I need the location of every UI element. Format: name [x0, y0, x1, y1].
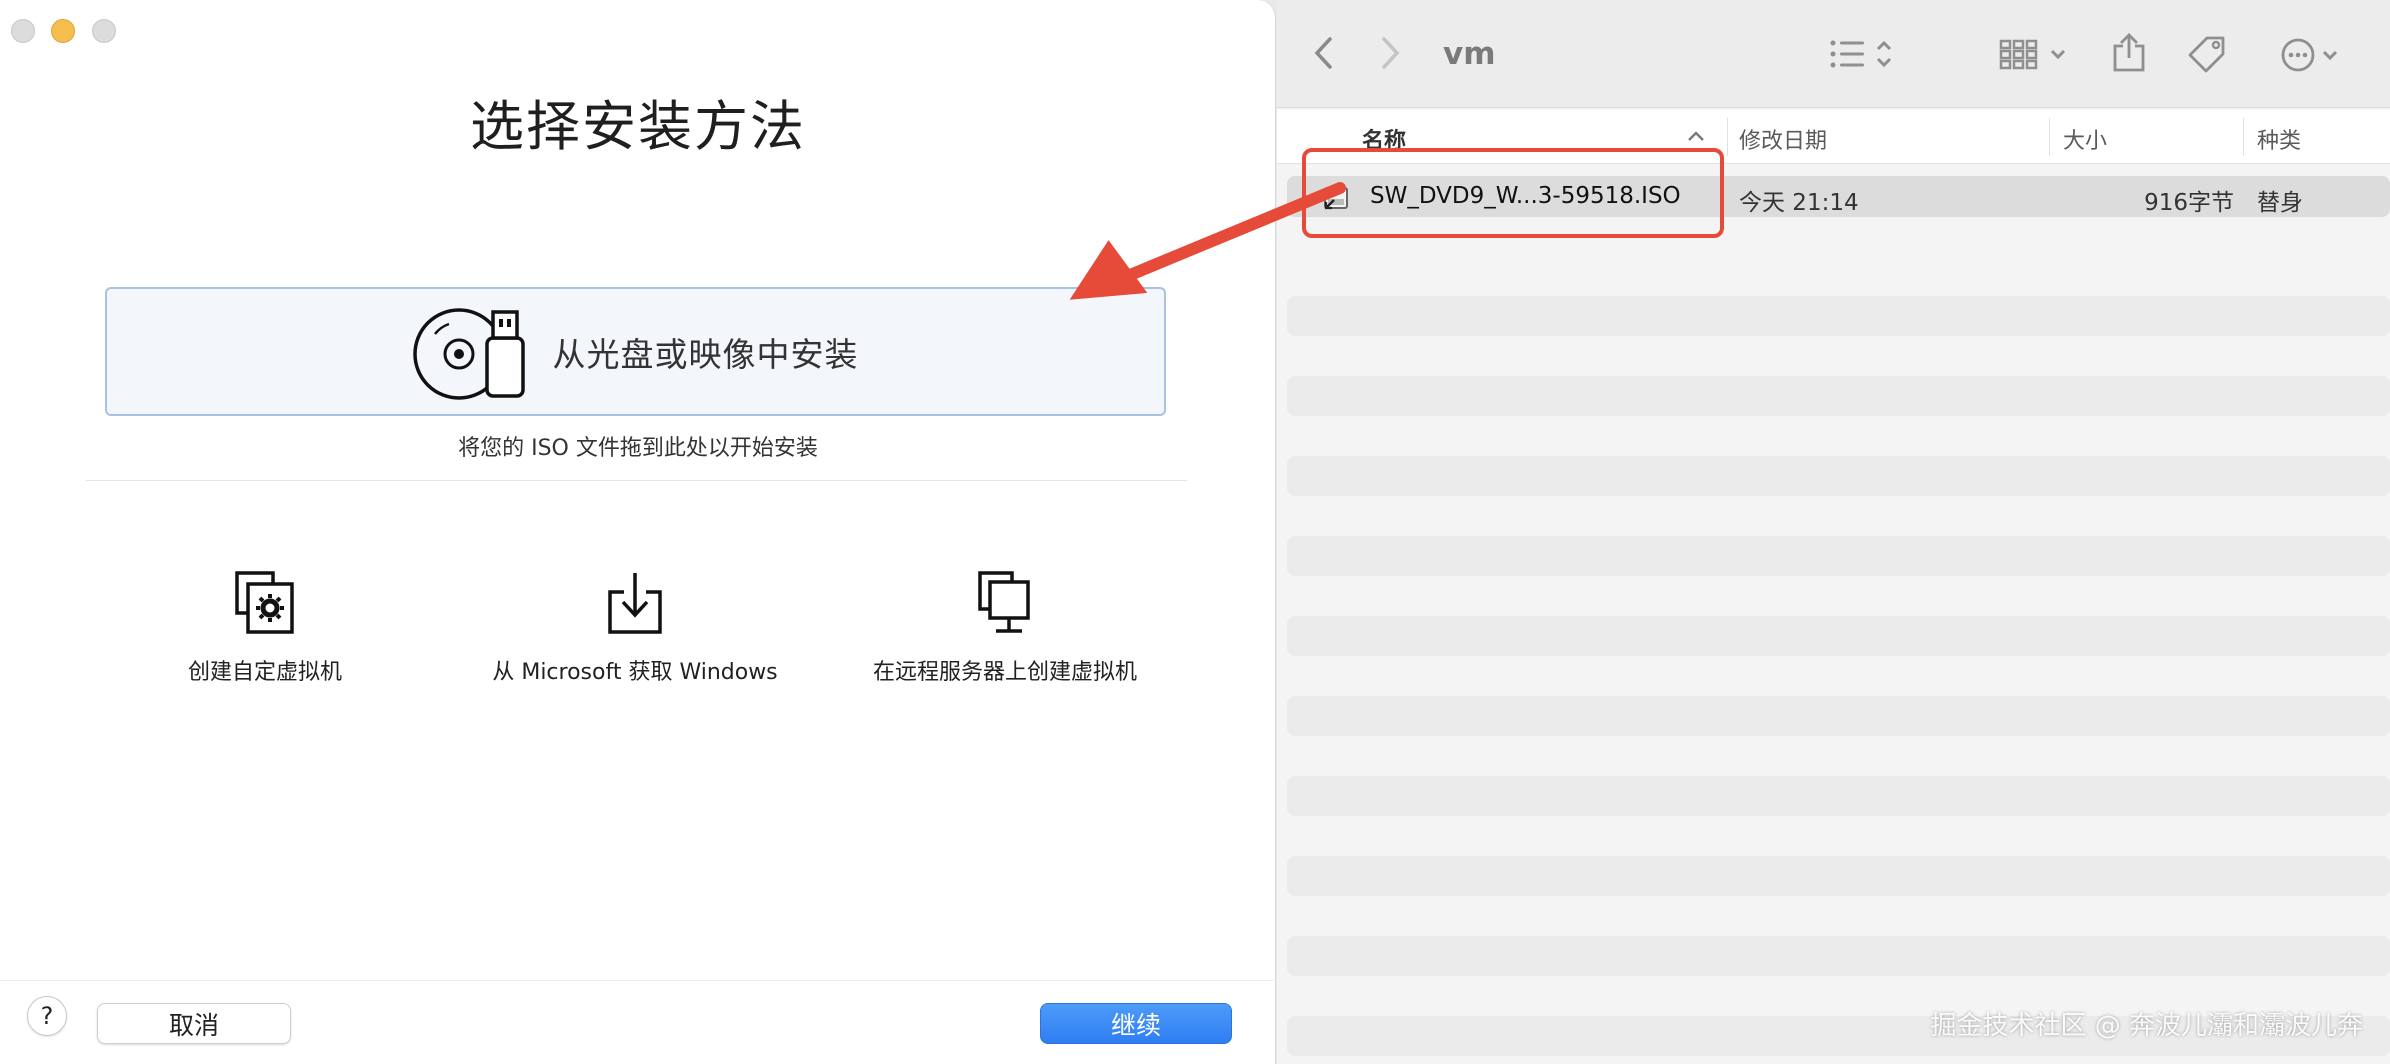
column-date-modified[interactable]: 修改日期	[1739, 123, 1827, 155]
column-separator[interactable]	[1727, 118, 1728, 156]
file-highlight-box	[1302, 148, 1724, 238]
install-from-disc-or-image-dropzone[interactable]: 从光盘或映像中安装	[105, 287, 1166, 416]
continue-button[interactable]: 继续	[1040, 1003, 1232, 1044]
get-windows-label: 从 Microsoft 获取 Windows	[492, 660, 778, 685]
custom-vm-icon	[235, 571, 294, 634]
more-actions-button[interactable]	[2280, 37, 2342, 73]
column-size[interactable]: 大小	[2063, 123, 2107, 155]
empty-row	[1287, 936, 2390, 976]
list-icon	[1830, 40, 1892, 68]
empty-row	[1287, 616, 2390, 656]
zoom-window-button[interactable]	[92, 19, 116, 43]
empty-row	[1287, 776, 2390, 816]
empty-row	[1287, 456, 2390, 496]
close-window-button[interactable]	[11, 19, 35, 43]
dropzone-label: 从光盘或映像中安装	[552, 334, 859, 374]
cancel-button[interactable]: 取消	[97, 1003, 291, 1044]
create-vm-on-remote-server-option[interactable]: 在远程服务器上创建虚拟机	[815, 570, 1195, 686]
finder-toolbar: vm	[1277, 0, 2390, 108]
column-separator[interactable]	[2049, 118, 2050, 156]
help-button[interactable]: ?	[27, 996, 67, 1036]
remote-server-icon	[978, 571, 1030, 633]
dropzone-hint: 将您的 ISO 文件拖到此处以开始安装	[458, 436, 818, 461]
watermark: 掘金技术社区 @ 奔波儿灞和灞波儿奔	[1930, 1011, 2363, 1041]
get-windows-from-microsoft-option[interactable]: 从 Microsoft 获取 Windows	[445, 570, 825, 686]
tag-button[interactable]	[2187, 35, 2227, 73]
empty-row	[1287, 536, 2390, 576]
list-view-button[interactable]	[1829, 38, 1895, 70]
tag-icon	[2188, 36, 2225, 73]
empty-row	[1287, 376, 2390, 416]
remote-server-label: 在远程服务器上创建虚拟机	[872, 660, 1137, 685]
grid-icon	[1999, 39, 2066, 70]
create-custom-vm-option[interactable]: 创建自定虚拟机	[75, 570, 455, 686]
chevron-left-icon	[1314, 37, 1332, 69]
chevron-right-icon	[1382, 37, 1400, 69]
ellipsis-circle-icon	[2281, 38, 2338, 72]
column-kind[interactable]: 种类	[2257, 123, 2301, 155]
create-custom-vm-label: 创建自定虚拟机	[187, 660, 342, 685]
file-date: 今天 21:14	[1739, 190, 1859, 216]
download-icon	[608, 573, 662, 634]
column-separator[interactable]	[2243, 118, 2244, 156]
footer-divider	[0, 980, 1276, 981]
sort-ascending-icon	[1687, 124, 1705, 149]
file-size: 916字节	[2144, 190, 2234, 216]
divider	[86, 480, 1187, 481]
empty-row	[1287, 856, 2390, 896]
empty-row	[1287, 296, 2390, 336]
back-button[interactable]	[1313, 36, 1333, 70]
minimize-window-button[interactable]	[51, 19, 75, 43]
folder-title: vm	[1443, 36, 1496, 72]
disc-and-usb-icon	[412, 307, 525, 400]
empty-row	[1287, 696, 2390, 736]
share-button[interactable]	[2112, 32, 2146, 72]
share-icon	[2113, 33, 2145, 72]
dialog-title: 选择安装方法	[470, 95, 806, 158]
group-view-button[interactable]	[1999, 38, 2071, 70]
install-method-dialog: 选择安装方法 从光盘或映像中安装 将您的 ISO 文件拖到此处以开始安装 创建自…	[0, 0, 1276, 1064]
file-kind: 替身	[2257, 190, 2303, 216]
forward-button[interactable]	[1381, 36, 1401, 70]
